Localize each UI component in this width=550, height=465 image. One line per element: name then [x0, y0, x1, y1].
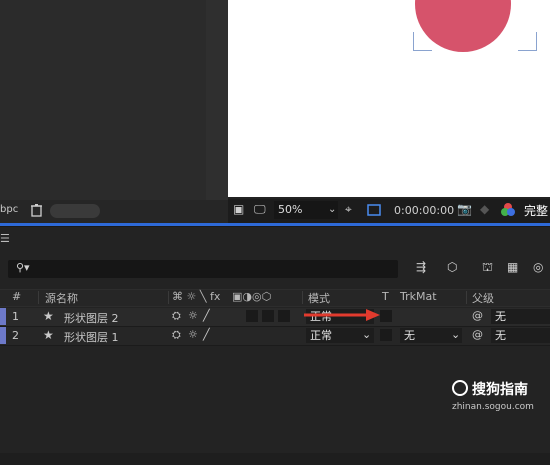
header-trkmat: TrkMat [400, 290, 437, 303]
red-arrow [304, 309, 380, 321]
collapse-switch-icon[interactable]: ☼ [188, 309, 198, 322]
header-separator [168, 291, 169, 304]
snapshot-icon[interactable]: ▣ [233, 202, 244, 216]
comp-flowchart-icon[interactable]: ⇶ [416, 260, 426, 274]
chevron-down-icon[interactable]: ⌄ [362, 328, 371, 341]
watermark-text: 搜狗指南 [472, 382, 528, 398]
search-input[interactable] [8, 260, 398, 278]
star-icon: ★ [43, 328, 54, 342]
parent-select[interactable]: 无 [491, 309, 550, 324]
header-switches: ⌘ ☼ ╲ fx [172, 290, 221, 303]
pickwhip-icon[interactable]: @ [472, 309, 483, 322]
motion-blur-icon[interactable]: ◎ [533, 260, 543, 274]
selection-corner-right [518, 32, 537, 51]
header-separator [302, 291, 303, 304]
timecode-display[interactable]: 0:00:00:00 [394, 204, 454, 217]
layer-number: 1 [12, 310, 19, 323]
shy-switch-icon[interactable]: ⛭ [172, 309, 181, 323]
pickwhip-icon[interactable]: @ [472, 328, 483, 341]
sogou-logo [452, 380, 468, 396]
bpc-button[interactable]: bpc [0, 204, 18, 215]
shy-switch-icon[interactable]: ⛭ [172, 328, 181, 342]
color-channel-icon[interactable] [500, 202, 516, 218]
layer-label-color[interactable] [0, 327, 6, 344]
layer-name[interactable]: 形状图层 2 [64, 310, 119, 326]
region-icon[interactable]: ⌖ [345, 202, 352, 217]
header-switch-icons: ▣◑◎⬡ [232, 290, 272, 303]
camera-icon[interactable]: 📷 [457, 202, 472, 216]
header-mode: 模式 [308, 292, 330, 305]
3d-switch[interactable] [278, 310, 290, 322]
star-icon: ★ [43, 309, 54, 323]
quality-switch-icon[interactable]: ╱ [203, 328, 210, 341]
resolution-select[interactable]: 完整 [524, 202, 548, 219]
menu-icon[interactable]: ☰ [0, 232, 10, 245]
monitor-icon[interactable]: 🖵 [254, 202, 266, 217]
watermark-url: zhinan.sogou.com [452, 402, 534, 412]
thumbnail-slider[interactable] [50, 204, 100, 218]
show-snapshot-icon[interactable]: ◆ [480, 202, 489, 216]
project-list-area[interactable] [0, 0, 206, 200]
layer-name[interactable]: 形状图层 1 [64, 329, 119, 345]
effect-switch[interactable] [246, 310, 258, 322]
header-separator [466, 291, 467, 304]
grid-icon[interactable] [366, 203, 382, 217]
timeline-footer [0, 453, 550, 465]
header-source-name[interactable]: 源名称 [45, 290, 78, 306]
composition-canvas[interactable] [228, 0, 550, 197]
header-number: # [12, 290, 22, 303]
header-separator [38, 291, 39, 304]
header-t: T [382, 290, 389, 303]
zoom-chevron-icon[interactable]: ⌄ [328, 201, 336, 219]
project-scroll-area[interactable] [206, 0, 228, 200]
search-icon[interactable]: ⚲▾ [16, 261, 30, 274]
frame-blend-switch[interactable] [262, 310, 274, 322]
collapse-switch-icon[interactable]: ☼ [188, 328, 198, 341]
parent-select[interactable]: 无 [491, 328, 550, 343]
quality-switch-icon[interactable]: ╱ [203, 309, 210, 322]
draft-3d-icon[interactable]: ⬡ [447, 260, 457, 274]
frame-blending-icon[interactable]: ▦ [507, 260, 518, 274]
layer-label-color[interactable] [0, 308, 6, 325]
chevron-down-icon[interactable]: ⌄ [451, 328, 460, 341]
preserve-transparency[interactable] [380, 329, 392, 341]
header-parent: 父级 [472, 292, 494, 305]
trash-icon[interactable] [30, 203, 43, 217]
selection-corner-left [413, 32, 432, 51]
layer-number: 2 [12, 329, 19, 342]
shy-layers-icon[interactable]: ⛫ [482, 260, 493, 276]
timeline-header [0, 289, 550, 307]
